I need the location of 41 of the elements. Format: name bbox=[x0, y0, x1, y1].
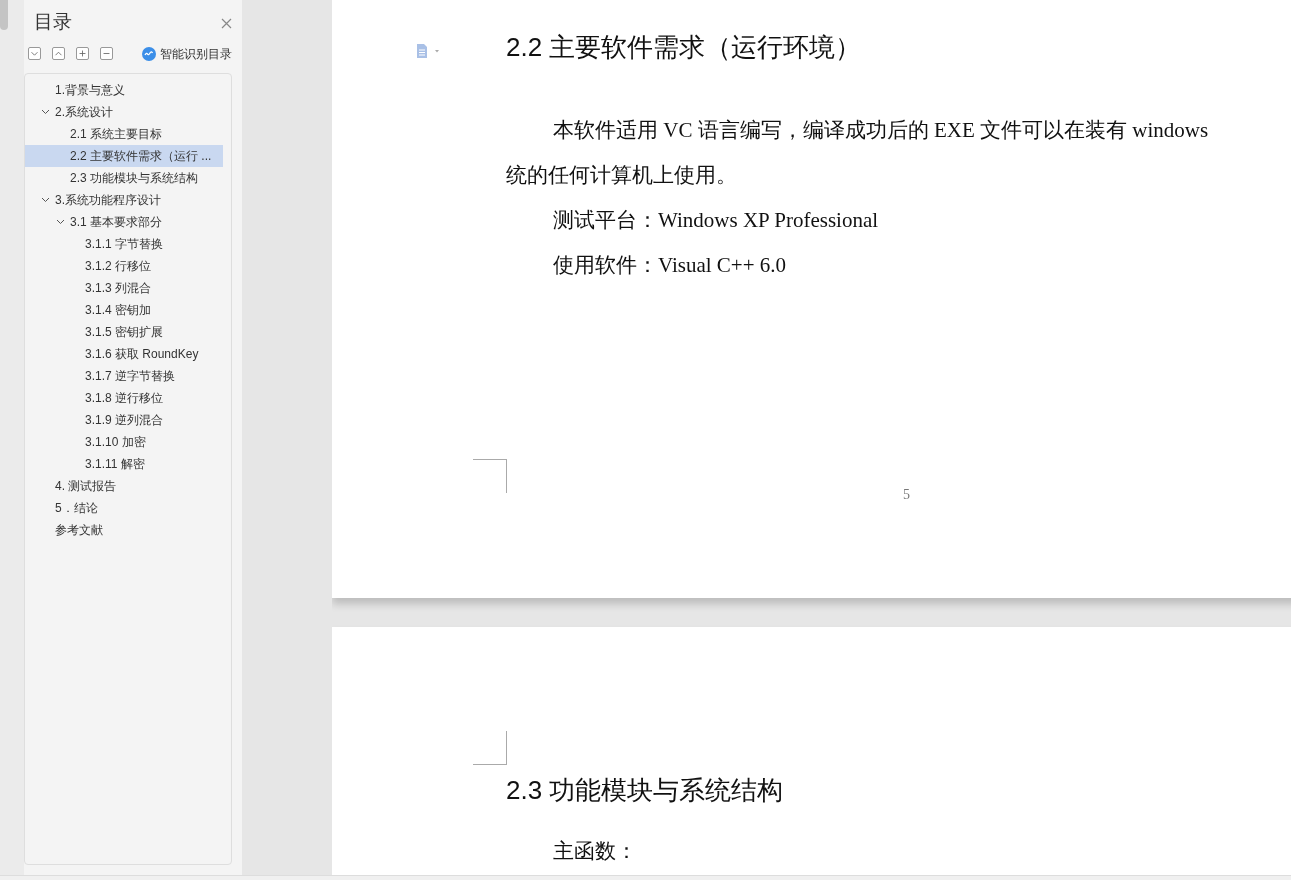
toc-item[interactable]: 3.1.3 列混合 bbox=[25, 276, 223, 299]
scrollbar-thumb[interactable] bbox=[0, 0, 8, 30]
toc-item[interactable]: 3.1.10 加密 bbox=[25, 430, 223, 453]
add-item-button[interactable] bbox=[76, 47, 89, 60]
toc-item[interactable]: 2.系统设计 bbox=[25, 100, 223, 123]
chevron-down-icon[interactable] bbox=[56, 218, 65, 225]
toc-item[interactable]: 2.3 功能模块与系统结构 bbox=[25, 166, 223, 189]
toc-item[interactable]: 3.1.5 密钥扩展 bbox=[25, 320, 223, 343]
toc-item[interactable]: 1.背景与意义 bbox=[25, 78, 223, 101]
remove-item-button[interactable] bbox=[100, 47, 113, 60]
smart-toc-icon bbox=[142, 46, 156, 61]
section-heading: 2.2 主要软件需求（运行环境） bbox=[506, 31, 863, 64]
toc-item[interactable]: 4. 测试报告 bbox=[25, 474, 223, 497]
collapse-all-button[interactable] bbox=[52, 47, 65, 60]
body-paragraph: 主函数： bbox=[552, 838, 638, 865]
margin-corner-mark bbox=[473, 459, 507, 493]
toc-item[interactable]: 3.1.4 密钥加 bbox=[25, 298, 223, 321]
toc-item[interactable]: 3.1.2 行移位 bbox=[25, 254, 223, 277]
toc-item[interactable]: 参考文献 bbox=[25, 518, 223, 541]
toc-item[interactable]: 3.1.11 解密 bbox=[25, 452, 223, 475]
toc-item[interactable]: 3.1.7 逆字节替换 bbox=[25, 364, 223, 387]
expand-all-button[interactable] bbox=[28, 47, 41, 60]
body-paragraph: 测试平台：Windows XP Professional bbox=[552, 207, 880, 234]
toc-item[interactable]: 3.1.9 逆列混合 bbox=[25, 408, 223, 431]
body-paragraph: 使用软件：Visual C++ 6.0 bbox=[552, 252, 787, 279]
toc-item[interactable]: 3.1.6 获取 RoundKey bbox=[25, 342, 223, 365]
smart-toc-button[interactable]: 智能识别目录 bbox=[142, 44, 232, 63]
body-paragraph: 本软件适用 VC 语言编写，编译成功后的 EXE 文件可以在装有 windows 统的任何计算机上使用。 bbox=[506, 117, 1210, 189]
toc-item[interactable]: 3.1 基本要求部分 bbox=[25, 210, 223, 233]
toc-item[interactable]: 2.1 系统主要目标 bbox=[25, 122, 223, 145]
toc-item[interactable]: 3.1.8 逆行移位 bbox=[25, 386, 223, 409]
toc-item[interactable]: 3.系统功能程序设计 bbox=[25, 188, 223, 211]
toc-item[interactable]: 3.1.1 字节替换 bbox=[25, 232, 223, 255]
page-number: 5 bbox=[903, 486, 910, 504]
margin-corner-mark bbox=[473, 731, 507, 765]
chevron-down-icon[interactable] bbox=[41, 108, 50, 115]
toc-item[interactable]: 2.2 主要软件需求（运行 ... bbox=[25, 144, 223, 167]
section-heading: 2.3 功能模块与系统结构 bbox=[506, 774, 785, 807]
toc-item[interactable]: 5．结论 bbox=[25, 496, 223, 519]
panel-title: 目录 bbox=[34, 10, 72, 34]
chevron-down-icon[interactable] bbox=[41, 196, 50, 203]
